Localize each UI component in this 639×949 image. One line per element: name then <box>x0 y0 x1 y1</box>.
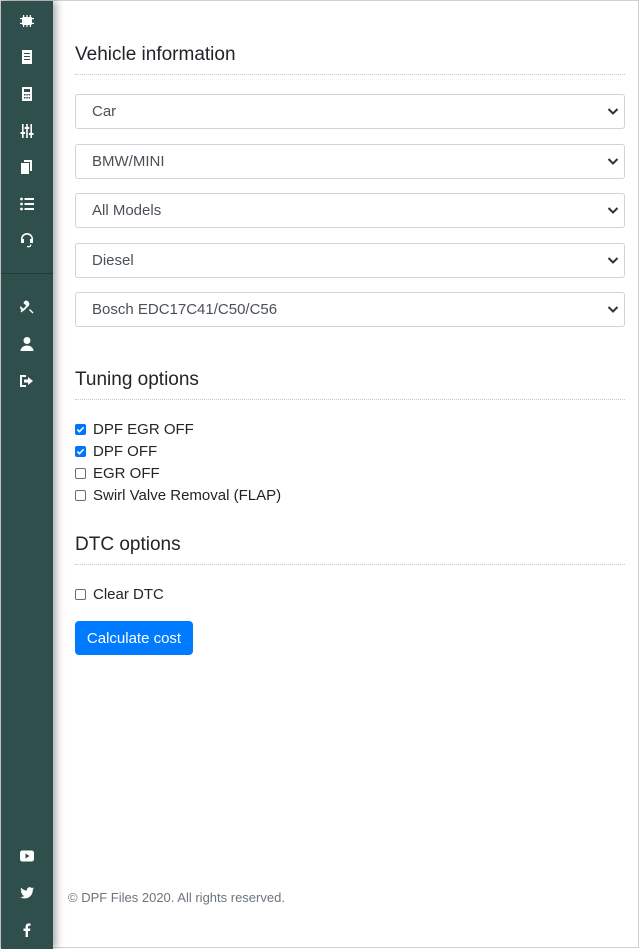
chevron-down-icon <box>607 207 619 214</box>
tuning-option-dpf-egr-off[interactable]: DPF EGR OFF <box>75 421 194 438</box>
logout-icon[interactable] <box>15 369 39 393</box>
tuning-option-dpf-off[interactable]: DPF OFF <box>75 443 157 460</box>
option-label: DPF OFF <box>93 443 158 460</box>
tools-icon[interactable] <box>15 295 39 319</box>
checkbox-unchecked[interactable] <box>75 589 86 600</box>
ecu-value: Bosch EDC17C41/C50/C56 <box>92 301 278 318</box>
vehicle-section-title: Vehicle information <box>75 44 625 75</box>
chevron-down-icon <box>607 158 619 165</box>
tuning-option-swirl-valve[interactable]: Swirl Valve Removal (FLAP) <box>75 487 281 504</box>
files-icon[interactable] <box>15 155 39 179</box>
calculator-icon[interactable] <box>15 82 39 106</box>
check-icon <box>76 448 85 455</box>
fuel-value: Diesel <box>92 252 134 269</box>
check-icon <box>76 426 85 433</box>
document-icon[interactable] <box>15 45 39 69</box>
headset-icon[interactable] <box>15 228 39 252</box>
option-label: DPF EGR OFF <box>93 421 194 438</box>
sliders-icon[interactable] <box>15 119 39 143</box>
dtc-section-title: DTC options <box>75 534 625 565</box>
footer-copyright: © DPF Files 2020. All rights reserved. <box>68 890 285 905</box>
chevron-down-icon <box>607 108 619 115</box>
vehicle-type-value: Car <box>92 103 117 120</box>
ecu-select[interactable]: Bosch EDC17C41/C50/C56 <box>75 292 625 327</box>
chevron-down-icon <box>607 257 619 264</box>
sidebar <box>1 1 53 949</box>
twitter-icon[interactable] <box>15 881 39 905</box>
checkbox-unchecked[interactable] <box>75 468 86 479</box>
tuning-option-egr-off[interactable]: EGR OFF <box>75 465 160 482</box>
checkbox-checked[interactable] <box>75 446 86 457</box>
checkbox-unchecked[interactable] <box>75 490 86 501</box>
checkbox-checked[interactable] <box>75 424 86 435</box>
fuel-select[interactable]: Diesel <box>75 243 625 278</box>
facebook-icon[interactable] <box>15 918 39 942</box>
chip-icon[interactable] <box>15 9 39 33</box>
youtube-icon[interactable] <box>15 844 39 868</box>
option-label: Swirl Valve Removal (FLAP) <box>93 487 282 504</box>
chevron-down-icon <box>607 306 619 313</box>
dtc-option-clear-dtc[interactable]: Clear DTC <box>75 586 164 603</box>
option-label: EGR OFF <box>93 465 160 482</box>
vehicle-type-select[interactable]: Car <box>75 94 625 129</box>
manufacturer-value: BMW/MINI <box>92 153 165 170</box>
model-select[interactable]: All Models <box>75 193 625 228</box>
option-label: Clear DTC <box>93 586 164 603</box>
list-icon[interactable] <box>15 192 39 216</box>
model-value: All Models <box>92 202 162 219</box>
tuning-section-title: Tuning options <box>75 369 625 400</box>
calculate-cost-button[interactable]: Calculate cost <box>75 621 193 655</box>
manufacturer-select[interactable]: BMW/MINI <box>75 144 625 179</box>
sidebar-divider <box>1 273 53 274</box>
user-icon[interactable] <box>15 332 39 356</box>
